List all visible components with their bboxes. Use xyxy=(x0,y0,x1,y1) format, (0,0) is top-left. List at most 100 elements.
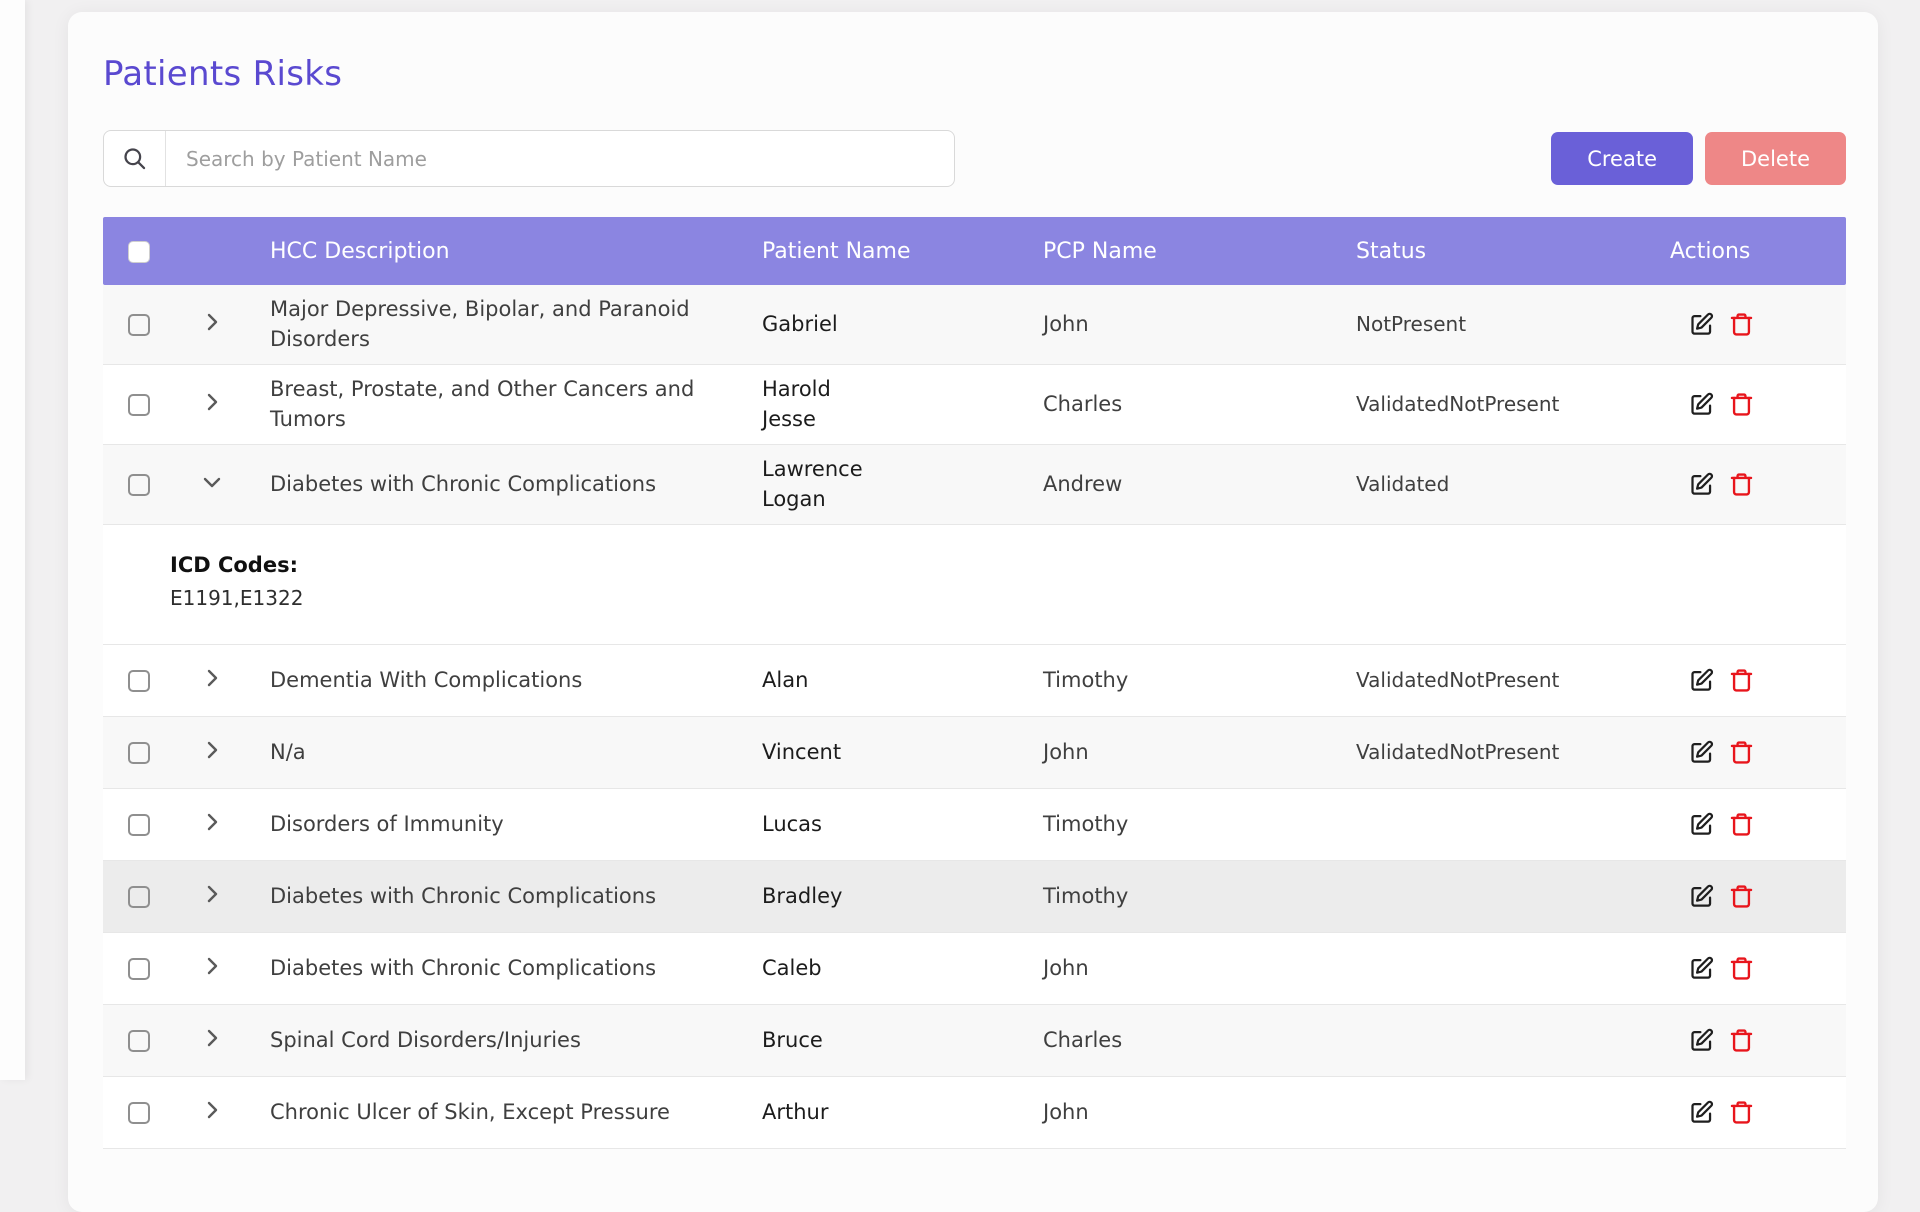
trash-icon[interactable] xyxy=(1728,1027,1755,1054)
pcp-name-cell: Andrew xyxy=(1043,472,1356,496)
patients-risks-table: HCC Description Patient Name PCP Name St… xyxy=(103,217,1846,1149)
patient-name-cell: Caleb xyxy=(762,953,1043,983)
edit-icon[interactable] xyxy=(1688,391,1715,418)
trash-icon[interactable] xyxy=(1728,739,1755,766)
patient-name-cell: Bruce xyxy=(762,1025,1043,1055)
pcp-name-cell: Charles xyxy=(1043,392,1356,416)
search-input[interactable] xyxy=(166,131,954,186)
table-row[interactable]: Diabetes with Chronic Complications Brad… xyxy=(103,861,1846,933)
hcc-description-cell: Chronic Ulcer of Skin, Except Pressure xyxy=(270,1097,762,1127)
column-header-actions: Actions xyxy=(1670,239,1846,264)
table-row[interactable]: Disorders of Immunity Lucas Timothy xyxy=(103,789,1846,861)
patient-name-cell: Vincent xyxy=(762,737,1043,767)
table-row[interactable]: N/a Vincent John ValidatedNotPresent xyxy=(103,717,1846,789)
create-button[interactable]: Create xyxy=(1551,132,1693,185)
table-row[interactable]: Chronic Ulcer of Skin, Except Pressure A… xyxy=(103,1077,1846,1149)
row-checkbox[interactable] xyxy=(128,670,150,692)
table-header-row: HCC Description Patient Name PCP Name St… xyxy=(103,217,1846,285)
expand-chevron-icon[interactable] xyxy=(200,390,224,414)
table-row[interactable]: Diabetes with Chronic Complications Lawr… xyxy=(103,445,1846,525)
pcp-name-cell: John xyxy=(1043,956,1356,980)
row-checkbox[interactable] xyxy=(128,474,150,496)
row-checkbox[interactable] xyxy=(128,886,150,908)
table-row[interactable]: Major Depressive, Bipolar, and Paranoid … xyxy=(103,285,1846,365)
toolbar: Create Delete xyxy=(103,130,1846,187)
expand-chevron-icon[interactable] xyxy=(200,310,224,334)
status-cell: ValidatedNotPresent xyxy=(1356,740,1670,764)
column-header-pcp-name: PCP Name xyxy=(1043,239,1356,264)
pcp-name-cell: John xyxy=(1043,740,1356,764)
toolbar-buttons: Create Delete xyxy=(1551,132,1846,185)
icd-codes-label: ICD Codes: xyxy=(170,553,1846,577)
edit-icon[interactable] xyxy=(1688,471,1715,498)
column-header-status: Status xyxy=(1356,239,1670,264)
patient-name-cell: Bradley xyxy=(762,881,1043,911)
hcc-description-cell: Breast, Prostate, and Other Cancers and … xyxy=(270,374,762,435)
expand-chevron-icon[interactable] xyxy=(200,954,224,978)
status-cell: ValidatedNotPresent xyxy=(1356,392,1670,416)
hcc-description-cell: Dementia With Complications xyxy=(270,665,762,695)
patient-name-cell: Gabriel xyxy=(762,309,1043,339)
expand-chevron-icon[interactable] xyxy=(200,1098,224,1122)
delete-button[interactable]: Delete xyxy=(1705,132,1846,185)
edit-icon[interactable] xyxy=(1688,311,1715,338)
status-cell: ValidatedNotPresent xyxy=(1356,668,1670,692)
pcp-name-cell: Charles xyxy=(1043,1028,1356,1052)
icd-codes-value: E1191,E1322 xyxy=(170,586,1846,610)
trash-icon[interactable] xyxy=(1728,811,1755,838)
pcp-name-cell: Timothy xyxy=(1043,884,1356,908)
hcc-description-cell: Major Depressive, Bipolar, and Paranoid … xyxy=(270,294,762,355)
patient-name-cell: Alan xyxy=(762,665,1043,695)
column-header-hcc-description: HCC Description xyxy=(270,239,762,264)
expand-chevron-icon[interactable] xyxy=(200,470,224,494)
expand-chevron-icon[interactable] xyxy=(200,738,224,762)
trash-icon[interactable] xyxy=(1728,667,1755,694)
search-icon xyxy=(104,131,166,186)
pcp-name-cell: Timothy xyxy=(1043,812,1356,836)
row-checkbox[interactable] xyxy=(128,314,150,336)
hcc-description-cell: Disorders of Immunity xyxy=(270,809,762,839)
edit-icon[interactable] xyxy=(1688,739,1715,766)
edit-icon[interactable] xyxy=(1688,883,1715,910)
row-checkbox[interactable] xyxy=(128,742,150,764)
row-checkbox[interactable] xyxy=(128,814,150,836)
row-checkbox[interactable] xyxy=(128,394,150,416)
trash-icon[interactable] xyxy=(1728,471,1755,498)
table-body: Major Depressive, Bipolar, and Paranoid … xyxy=(103,285,1846,1149)
expand-chevron-icon[interactable] xyxy=(200,1026,224,1050)
icd-codes-section: ICD Codes: E1191,E1322 xyxy=(103,525,1846,645)
trash-icon[interactable] xyxy=(1728,1099,1755,1126)
pcp-name-cell: John xyxy=(1043,1100,1356,1124)
edit-icon[interactable] xyxy=(1688,811,1715,838)
trash-icon[interactable] xyxy=(1728,883,1755,910)
edit-icon[interactable] xyxy=(1688,1099,1715,1126)
patients-risks-card: Patients Risks Create Delete HCC Descrip… xyxy=(68,12,1878,1212)
expand-chevron-icon[interactable] xyxy=(200,810,224,834)
table-row[interactable]: Diabetes with Chronic Complications Cale… xyxy=(103,933,1846,1005)
status-cell: Validated xyxy=(1356,472,1670,496)
patient-name-cell: Arthur xyxy=(762,1097,1043,1127)
row-checkbox[interactable] xyxy=(128,1102,150,1124)
hcc-description-cell: Diabetes with Chronic Complications xyxy=(270,881,762,911)
table-row[interactable]: Dementia With Complications Alan Timothy… xyxy=(103,645,1846,717)
hcc-description-cell: Diabetes with Chronic Complications xyxy=(270,953,762,983)
row-checkbox[interactable] xyxy=(128,958,150,980)
table-row[interactable]: Spinal Cord Disorders/Injuries Bruce Cha… xyxy=(103,1005,1846,1077)
expand-chevron-icon[interactable] xyxy=(200,882,224,906)
page-title: Patients Risks xyxy=(103,54,1846,94)
patient-name-cell: Harold Jesse xyxy=(762,374,1043,435)
select-all-checkbox[interactable] xyxy=(128,241,150,263)
edit-icon[interactable] xyxy=(1688,1027,1715,1054)
edit-icon[interactable] xyxy=(1688,955,1715,982)
edit-icon[interactable] xyxy=(1688,667,1715,694)
trash-icon[interactable] xyxy=(1728,955,1755,982)
hcc-description-cell: Spinal Cord Disorders/Injuries xyxy=(270,1025,762,1055)
trash-icon[interactable] xyxy=(1728,391,1755,418)
table-row[interactable]: Breast, Prostate, and Other Cancers and … xyxy=(103,365,1846,445)
pcp-name-cell: John xyxy=(1043,312,1356,336)
pcp-name-cell: Timothy xyxy=(1043,668,1356,692)
trash-icon[interactable] xyxy=(1728,311,1755,338)
expand-chevron-icon[interactable] xyxy=(200,666,224,690)
row-checkbox[interactable] xyxy=(128,1030,150,1052)
search-box[interactable] xyxy=(103,130,955,187)
